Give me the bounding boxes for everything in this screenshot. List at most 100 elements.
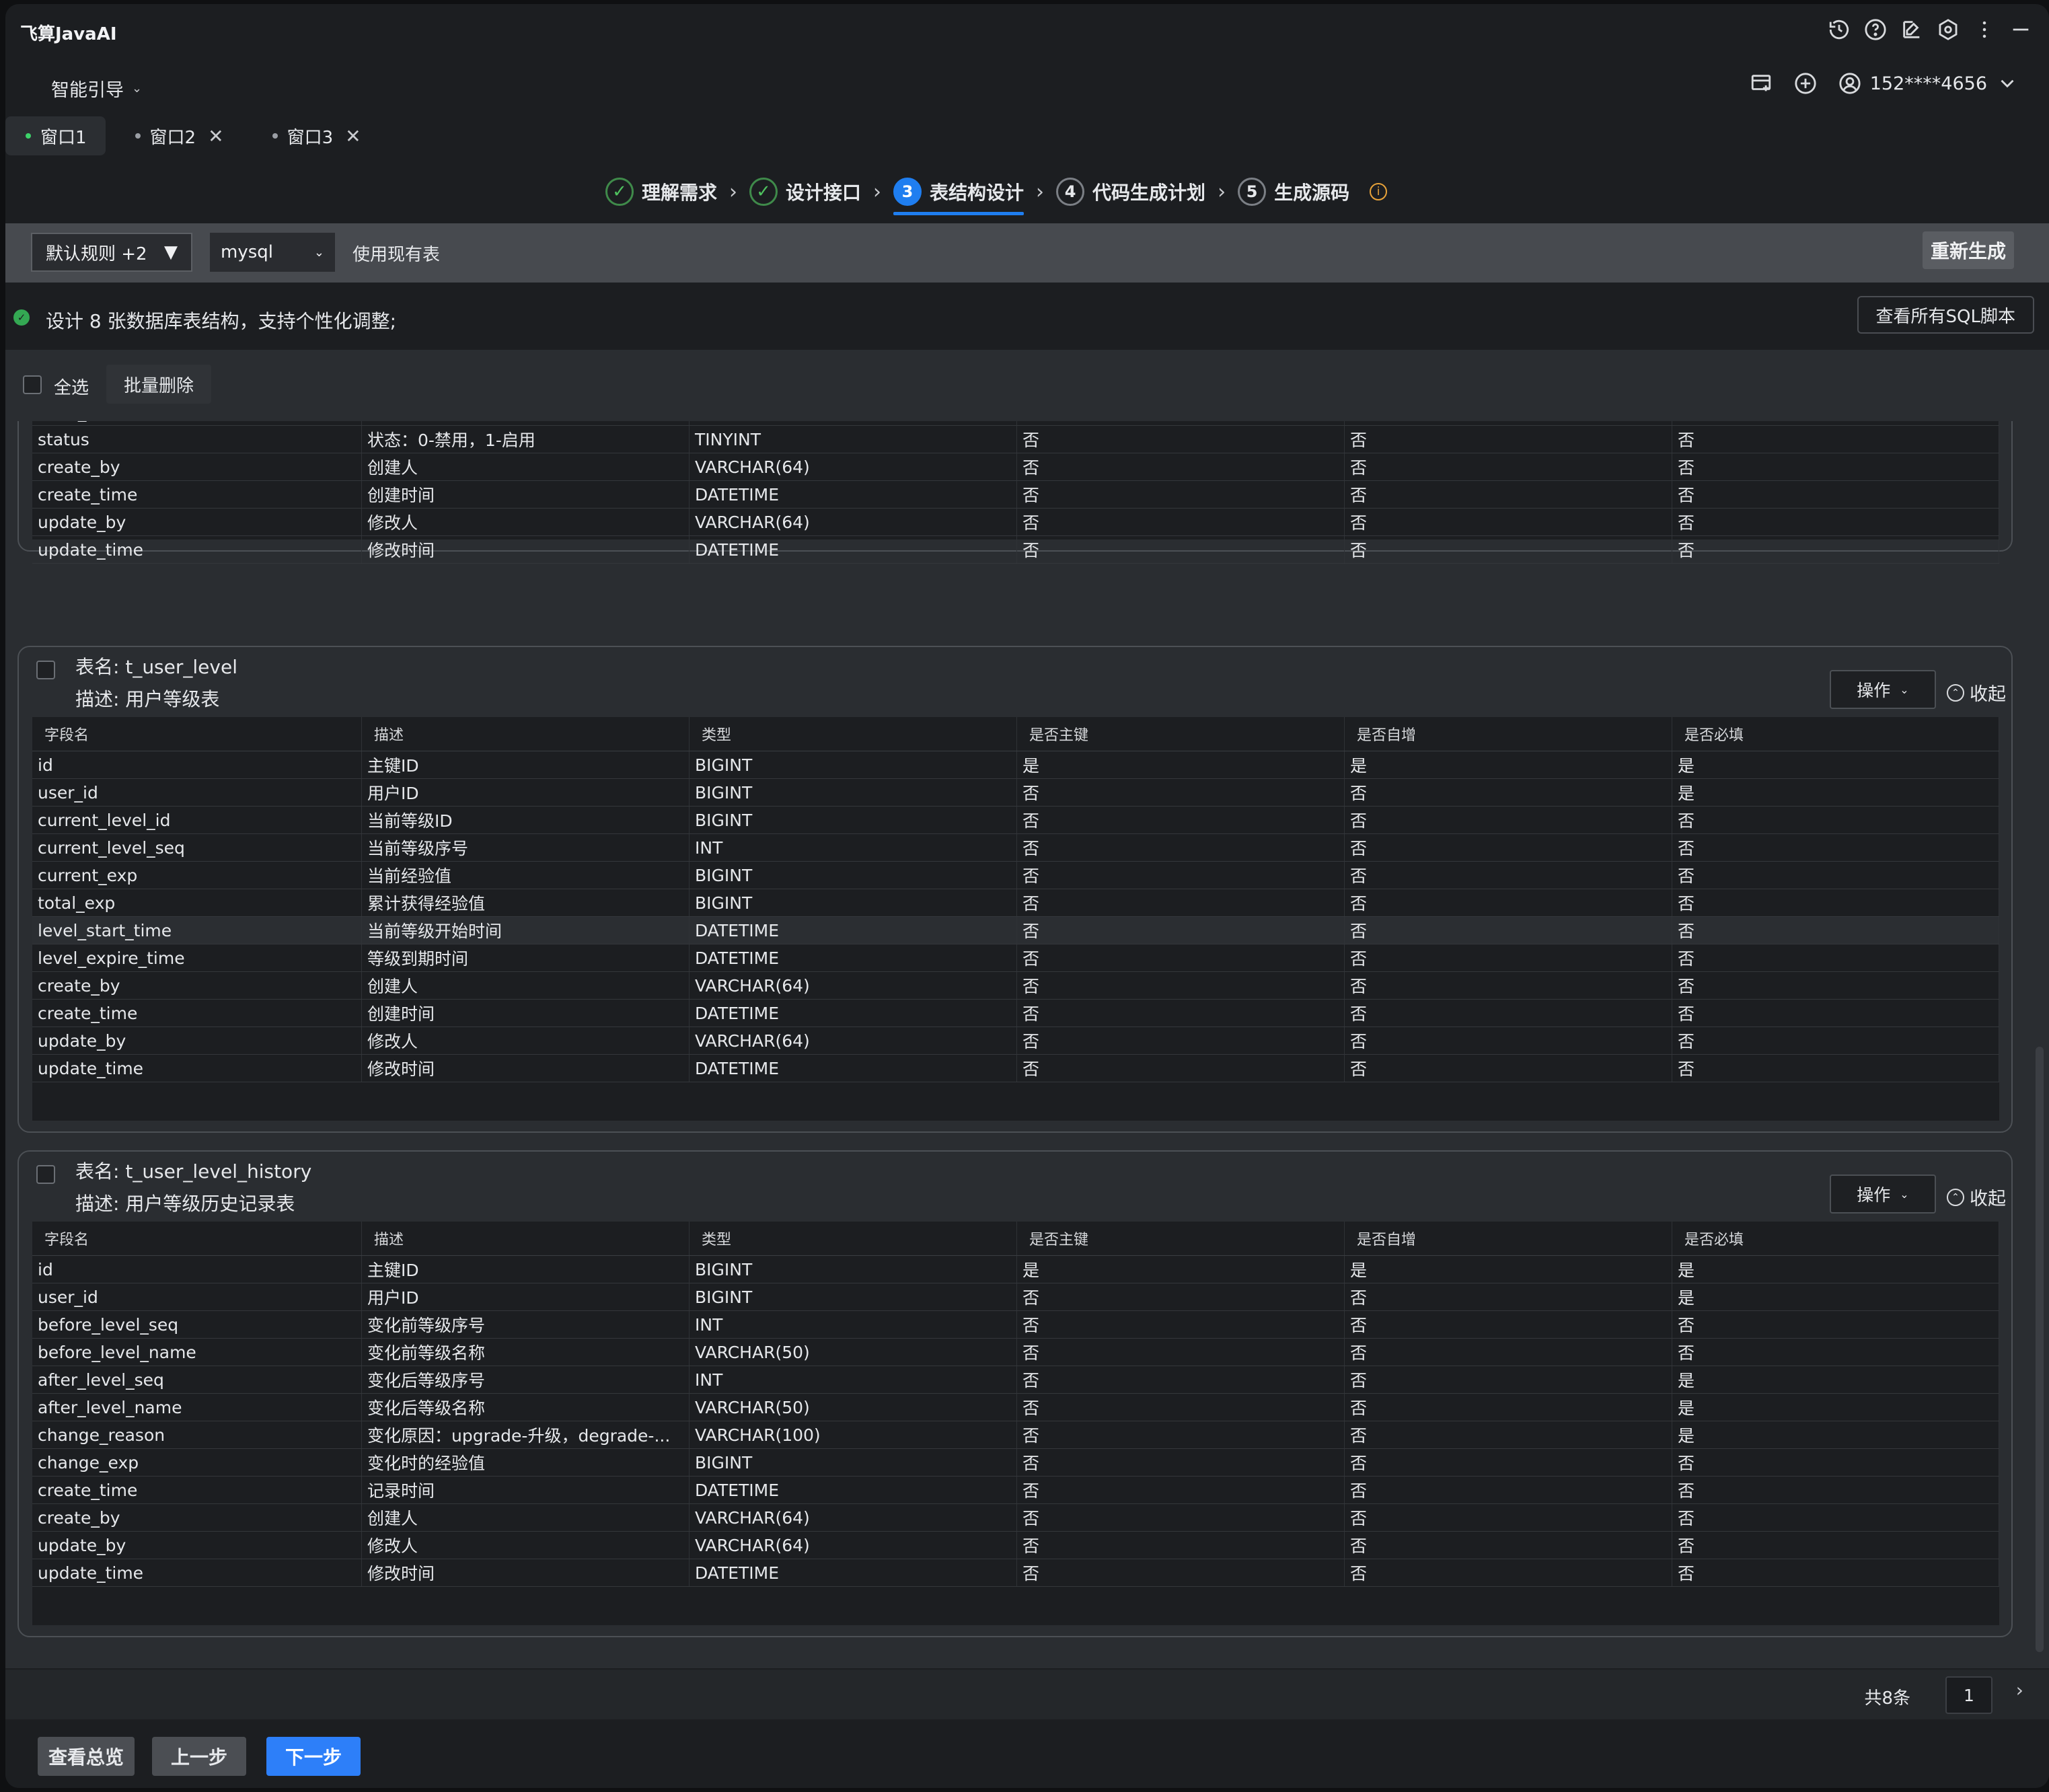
tab-window-1[interactable]: 窗口1 (5, 116, 106, 155)
table-row[interactable]: after_level_seq 变化后等级序号 INT 否否是 (32, 1366, 1999, 1394)
table-row[interactable]: user_id 用户ID BIGINT 否否是 (32, 1283, 1999, 1311)
table-row[interactable]: current_level_id 当前等级ID BIGINT 否否否 (32, 807, 1999, 834)
table-row[interactable]: status 状态：0-禁用，1-启用 TINYINT 否否否 (32, 426, 1999, 453)
column-header: 是否主键 (1017, 717, 1345, 751)
table-cell: 否 (1017, 1055, 1345, 1082)
table-row[interactable]: create_by 创建人 VARCHAR(64) 否否否 (32, 1504, 1999, 1532)
table-cell: 否 (1345, 453, 1672, 480)
table-row[interactable]: change_reason 变化原因：upgrade-升级，degrade-...… (32, 1421, 1999, 1449)
table-row[interactable]: create_time 创建时间 DATETIME 否否否 (32, 481, 1999, 509)
table-row[interactable]: create_by 创建人 VARCHAR(64) 否否否 (32, 972, 1999, 1000)
operate-dropdown[interactable]: 操作 ⌄ (1830, 1174, 1936, 1214)
step-design-api[interactable]: ✓ 设计接口 (749, 168, 861, 215)
table-row[interactable]: current_level_seq 当前等级序号 INT 否否否 (32, 834, 1999, 862)
table-name: 表名: t_user_level (75, 656, 237, 678)
table-row[interactable]: id 主键ID BIGINT 是是是 (32, 1256, 1999, 1283)
chevron-right-icon: › (1218, 180, 1226, 204)
regenerate-button[interactable]: 重新生成 (1922, 231, 2014, 269)
table-row[interactable]: daily_limit每日上限次数，0表示不限制INT否否否 (32, 421, 1999, 426)
help-icon[interactable] (1863, 17, 1888, 42)
step-understand[interactable]: ✓ 理解需求 (605, 168, 717, 215)
add-icon[interactable] (1793, 71, 1818, 96)
step-generate-source[interactable]: 5 生成源码 (1238, 168, 1349, 215)
info-icon[interactable]: i (1370, 183, 1388, 200)
table-row[interactable]: after_level_name 变化后等级名称 VARCHAR(50) 否否是 (32, 1394, 1999, 1421)
edit-icon[interactable] (1900, 17, 1924, 42)
collapse-button[interactable]: ⌃ 收起 (1947, 1184, 2006, 1210)
step-code-plan[interactable]: 4 代码生成计划 (1056, 168, 1205, 215)
operate-dropdown[interactable]: 操作 ⌄ (1830, 670, 1936, 709)
table-cell: DATETIME (690, 1000, 1017, 1026)
tab-window-2[interactable]: 窗口2 ✕ (115, 116, 243, 155)
table-cell: user_id (32, 1283, 362, 1310)
minimize-icon[interactable] (2009, 17, 2033, 42)
overview-button[interactable]: 查看总览 (38, 1737, 135, 1776)
db-select[interactable]: mysql ⌄ (210, 233, 335, 272)
table-cell: 否 (1345, 1311, 1672, 1338)
tab-window-3[interactable]: 窗口3 ✕ (252, 116, 380, 155)
collapse-icon: ⌃ (1947, 683, 1964, 702)
table-row[interactable]: create_by 创建人 VARCHAR(64) 否否否 (32, 453, 1999, 481)
settings-icon[interactable] (1936, 17, 1960, 42)
page-number[interactable]: 1 (1945, 1676, 1992, 1714)
table-cell: 当前等级ID (362, 807, 690, 833)
table-cell: current_level_seq (32, 834, 362, 861)
table-cell: 否 (1672, 944, 1999, 971)
view-all-sql-button[interactable]: 查看所有SQL脚本 (1857, 296, 2034, 334)
table-cell: 否 (1345, 917, 1672, 944)
more-icon[interactable] (1972, 17, 1997, 42)
use-existing-table-button[interactable]: 使用现有表 (352, 241, 440, 266)
table-row[interactable]: id 主键ID BIGINT 是是是 (32, 751, 1999, 779)
close-icon[interactable]: ✕ (345, 125, 361, 147)
table-row[interactable]: current_exp 当前经验值 BIGINT 否否否 (32, 862, 1999, 889)
db-select-value: mysql (221, 242, 273, 262)
table-cell: 否 (1345, 1532, 1672, 1559)
rule-select[interactable]: 默认规则 +2 ▼ (31, 233, 192, 272)
select-all-checkbox[interactable] (23, 375, 42, 394)
step-table-design[interactable]: 3 表结构设计 (893, 168, 1024, 215)
table-cell: 否 (1017, 1000, 1345, 1026)
table-cell: 状态：0-禁用，1-启用 (362, 426, 690, 453)
table-row[interactable]: update_by 修改人 VARCHAR(64) 否否否 (32, 509, 1999, 536)
table-cell: id (32, 751, 362, 778)
table-cell: 修改人 (362, 1027, 690, 1054)
prev-step-button[interactable]: 上一步 (152, 1737, 247, 1776)
chevron-right-icon[interactable]: › (2016, 1679, 2023, 1701)
table-cell: 否 (1345, 1449, 1672, 1476)
table-row[interactable]: change_exp 变化时的经验值 BIGINT 否否否 (32, 1449, 1999, 1477)
table-row[interactable]: update_time 修改时间 DATETIME 否否否 (32, 1559, 1999, 1587)
smart-guide-dropdown[interactable]: 智能引导 ⌄ (51, 75, 142, 102)
table-row[interactable]: update_time 修改时间 DATETIME 否否否 (32, 1055, 1999, 1082)
new-window-icon[interactable] (1749, 71, 1773, 96)
table-row[interactable]: update_time 修改时间 DATETIME 否否否 (32, 536, 1999, 564)
table-row[interactable]: before_level_seq 变化前等级序号 INT 否否否 (32, 1311, 1999, 1339)
account-menu[interactable]: 152****4656 (1838, 71, 2019, 96)
table-row[interactable]: create_time 创建时间 DATETIME 否否否 (32, 1000, 1999, 1027)
table-cell: 否 (1017, 1283, 1345, 1310)
batch-delete-button[interactable]: 批量删除 (106, 365, 212, 404)
table-cell: 创建时间 (362, 481, 690, 508)
table-row[interactable]: level_expire_time 等级到期时间 DATETIME 否否否 (32, 944, 1999, 972)
table-row[interactable]: update_by 修改人 VARCHAR(64) 否否否 (32, 1027, 1999, 1055)
table-card: 表名: t_user_level_history 描述: 用户等级历史记录表 操作 ⌄… (17, 1150, 2013, 1637)
table-cell: 否 (1345, 1421, 1672, 1448)
table-row[interactable]: total_exp 累计获得经验值 BIGINT 否否否 (32, 889, 1999, 917)
table-description: 描述: 用户等级历史记录表 (75, 1193, 295, 1215)
title-bar: 飞算JavaAI (5, 4, 2049, 58)
history-icon[interactable] (1827, 17, 1851, 42)
table-card-checkbox[interactable] (36, 1165, 55, 1184)
table-row[interactable]: level_start_time 当前等级开始时间 DATETIME 否否否 (32, 917, 1999, 944)
next-step-button[interactable]: 下一步 (266, 1737, 361, 1776)
table-row[interactable]: update_by 修改人 VARCHAR(64) 否否否 (32, 1532, 1999, 1559)
close-icon[interactable]: ✕ (208, 125, 223, 147)
table-row[interactable]: before_level_name 变化前等级名称 VARCHAR(50) 否否否 (32, 1339, 1999, 1366)
user-icon (1838, 71, 1862, 96)
collapse-button[interactable]: ⌃ 收起 (1947, 679, 2006, 706)
table-row[interactable]: create_time 记录时间 DATETIME 否否否 (32, 1477, 1999, 1504)
table-cell: 否 (1345, 1000, 1672, 1026)
table-card-checkbox[interactable] (36, 661, 55, 679)
step-label: 设计接口 (786, 182, 862, 204)
table-cards-scroll-area[interactable]: daily_limit每日上限次数，0表示不限制INT否否否status状态：0… (5, 421, 2049, 1668)
table-row[interactable]: user_id 用户ID BIGINT 否否是 (32, 779, 1999, 807)
scrollbar[interactable] (2036, 1047, 2044, 1652)
